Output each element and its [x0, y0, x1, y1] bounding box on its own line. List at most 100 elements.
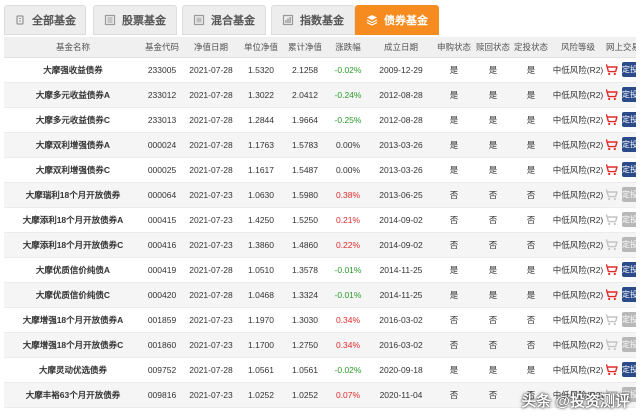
purchase-status: 否: [434, 232, 474, 258]
shopping-cart-icon[interactable]: [606, 138, 618, 151]
sip-button[interactable]: 定投: [622, 212, 636, 227]
fund-name-link[interactable]: 大摩双利增强债券C: [4, 157, 142, 183]
tab-label: 债券基金: [384, 15, 428, 27]
fund-name-link[interactable]: 大摩优质信价纯债A: [4, 257, 142, 283]
fund-code: 233005: [142, 57, 182, 83]
sip-status: 否: [512, 182, 550, 208]
risk-level: 中低风险(R2): [550, 182, 606, 208]
redeem-status: 否: [474, 182, 512, 208]
accumulated-nav: 1.3578: [282, 257, 328, 283]
shopping-cart-icon[interactable]: [606, 238, 618, 251]
accumulated-nav: 1.4860: [282, 232, 328, 258]
fund-code: 233013: [142, 107, 182, 133]
trade-actions: 定投: [606, 237, 636, 252]
unit-nav: 1.2844: [240, 107, 282, 133]
fund-name-link[interactable]: 大摩双利增强债券A: [4, 132, 142, 158]
fund-name-link[interactable]: 大摩添利18个月开放债券A: [4, 207, 142, 233]
tab-mixed-funds[interactable]: 混合基金: [182, 5, 266, 35]
sip-button[interactable]: 定投: [622, 187, 636, 202]
nav-date: 2021-07-23: [182, 232, 240, 258]
nav-date: 2021-07-28: [182, 107, 240, 133]
found-date: 2012-08-28: [368, 82, 434, 108]
accumulated-nav: 2.0412: [282, 82, 328, 108]
accumulated-nav: 1.5487: [282, 157, 328, 183]
online-trade-cell: 定投: [606, 207, 636, 233]
unit-nav: 1.1617: [240, 157, 282, 183]
change-percent: -0.02%: [328, 57, 368, 83]
nav-date: 2021-07-23: [182, 332, 240, 358]
shopping-cart-icon[interactable]: [606, 313, 618, 326]
shopping-cart-icon[interactable]: [606, 338, 618, 351]
shopping-cart-icon[interactable]: [606, 213, 618, 226]
fund-name-link[interactable]: 大摩优质信价纯债C: [4, 282, 142, 308]
sip-button[interactable]: 定投: [622, 237, 636, 252]
fund-name-link[interactable]: 大摩增强18个月开放债券C: [4, 332, 142, 358]
unit-nav: 1.1970: [240, 307, 282, 333]
shopping-cart-icon[interactable]: [606, 363, 618, 376]
column-header: 基金代码: [142, 37, 182, 58]
watermark: 头条 @投资测评: [521, 393, 630, 410]
shopping-cart-icon[interactable]: [606, 288, 618, 301]
shopping-cart-icon[interactable]: [606, 63, 618, 76]
nav-date: 2021-07-23: [182, 182, 240, 208]
sip-status: 是: [512, 82, 550, 108]
fund-name-link[interactable]: 大摩增强18个月开放债券A: [4, 307, 142, 333]
sip-status: 是: [512, 132, 550, 158]
trade-actions: 定投: [606, 312, 636, 327]
fund-code: 000415: [142, 207, 182, 233]
table-row: 大摩添利18个月开放债券C 000416 2021-07-23 1.3860 1…: [4, 232, 636, 258]
risk-level: 中低风险(R2): [550, 232, 606, 258]
fund-name-link[interactable]: 大摩添利18个月开放债券C: [4, 232, 142, 258]
fund-code: 001860: [142, 332, 182, 358]
sip-button[interactable]: 定投: [622, 62, 636, 77]
sip-button[interactable]: 定投: [622, 112, 636, 127]
redeem-status: 否: [474, 232, 512, 258]
shopping-cart-icon[interactable]: [606, 263, 618, 276]
fund-name-link[interactable]: 大摩灵动优选债券: [4, 357, 142, 383]
fund-name-link[interactable]: 大摩多元收益债券A: [4, 82, 142, 108]
purchase-status: 是: [434, 132, 474, 158]
unit-nav: 1.5320: [240, 57, 282, 83]
column-header: 申购状态: [434, 37, 474, 58]
shopping-cart-icon[interactable]: [606, 188, 618, 201]
shopping-cart-icon[interactable]: [606, 113, 618, 126]
change-percent: 0.38%: [328, 182, 368, 208]
fund-name-link[interactable]: 大摩多元收益债券C: [4, 107, 142, 133]
trade-actions: 定投: [606, 137, 636, 152]
online-trade-cell: 定投: [606, 332, 636, 358]
fund-name-link[interactable]: 大摩瑞利18个月开放债券: [4, 182, 142, 208]
risk-level: 中低风险(R2): [550, 332, 606, 358]
tab-index-funds[interactable]: 指数基金: [271, 5, 355, 35]
sip-button[interactable]: 定投: [622, 162, 636, 177]
fund-name-link[interactable]: 大摩丰裕63个月开放债券: [4, 382, 142, 408]
sip-button[interactable]: 定投: [622, 312, 636, 327]
tab-bond-funds[interactable]: 债券基金: [355, 5, 439, 35]
column-header: 风险等级: [550, 37, 606, 58]
column-header: 基金名称: [4, 37, 142, 58]
tab-stock-funds[interactable]: 股票基金: [93, 5, 177, 35]
sip-button[interactable]: 定投: [622, 362, 636, 377]
nav-date: 2021-07-23: [182, 382, 240, 408]
redeem-status: 是: [474, 257, 512, 283]
sip-button[interactable]: 定投: [622, 262, 636, 277]
sip-status: 否: [512, 232, 550, 258]
unit-nav: 1.0252: [240, 382, 282, 408]
sip-button[interactable]: 定投: [622, 137, 636, 152]
sip-button[interactable]: 定投: [622, 87, 636, 102]
accumulated-nav: 1.5250: [282, 207, 328, 233]
sip-button[interactable]: 定投: [622, 287, 636, 302]
table-row: 大摩优质信价纯债C 000420 2021-07-28 1.0468 1.332…: [4, 282, 636, 308]
risk-level: 中低风险(R2): [550, 57, 606, 83]
shopping-cart-icon[interactable]: [606, 88, 618, 101]
unit-nav: 1.0630: [240, 182, 282, 208]
sip-button[interactable]: 定投: [622, 337, 636, 352]
trade-actions: 定投: [606, 362, 636, 377]
trade-actions: 定投: [606, 87, 636, 102]
shopping-cart-icon[interactable]: [606, 163, 618, 176]
tab-all-funds[interactable]: 全部基金: [4, 5, 86, 35]
nav-date: 2021-07-28: [182, 257, 240, 283]
fund-code: 233012: [142, 82, 182, 108]
nav-date: 2021-07-28: [182, 132, 240, 158]
table-row: 大摩增强18个月开放债券A 001859 2021-07-23 1.1970 1…: [4, 307, 636, 333]
fund-name-link[interactable]: 大摩强收益债券: [4, 57, 142, 83]
